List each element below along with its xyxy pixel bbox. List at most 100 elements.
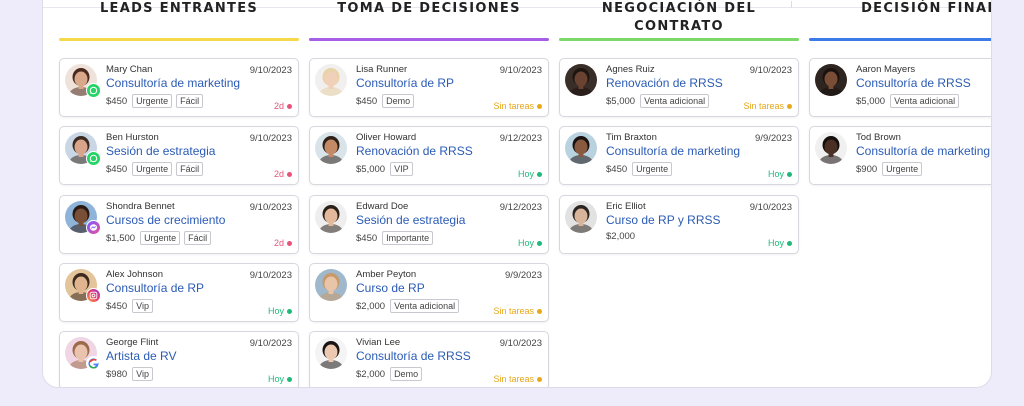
deal-title[interactable]: Cursos de crecimiento	[106, 213, 225, 227]
contact-name: Shondra Bennet	[106, 201, 175, 212]
lead-card[interactable]: Mary Chan 9/10/2023 Consultoría de marketi…	[59, 58, 299, 117]
whatsapp-icon	[86, 83, 101, 98]
column-color-bar	[809, 38, 991, 41]
lead-card[interactable]: Aaron Mayers Consultoría de RRSS $5,000 Ven…	[809, 58, 991, 117]
avatar	[815, 64, 847, 96]
task-status: Hoy	[268, 374, 292, 384]
task-status-label: Hoy	[767, 169, 784, 179]
contact-name: Tod Brown	[856, 132, 901, 143]
deal-value: $450	[356, 232, 378, 244]
task-status-label: Hoy	[767, 238, 784, 248]
deal-value: $450	[356, 95, 378, 107]
task-status-label: Hoy	[267, 374, 284, 384]
deal-title[interactable]: Consultoría de marketing	[856, 144, 990, 158]
task-status-label: Hoy	[267, 306, 284, 316]
lead-card[interactable]: Oliver Howard 9/12/2023 Renovación de RRSS…	[309, 126, 549, 185]
contact-name: Edward Doe	[356, 201, 409, 212]
google-icon	[86, 356, 101, 371]
task-status: Hoy	[518, 169, 542, 179]
task-status-label: Hoy	[517, 238, 534, 248]
deal-value: $980	[106, 368, 128, 380]
lead-card[interactable]: Tod Brown Consultoría de marketing $900 Urg…	[809, 126, 991, 185]
task-status-label: Sin tareas	[493, 374, 534, 384]
deal-title[interactable]: Consultoría de marketing	[606, 144, 740, 158]
task-status: 2d	[274, 101, 292, 111]
status-dot-icon	[287, 171, 292, 177]
whatsapp-icon	[86, 151, 101, 166]
task-status-label: Sin tareas	[493, 101, 534, 111]
deal-title[interactable]: Curso de RP y RRSS	[606, 213, 721, 227]
lead-card[interactable]: Vivian Lee 9/10/2023 Consultoría de RRSS $2…	[309, 331, 549, 387]
task-status: Hoy	[768, 169, 792, 179]
tag-badge: Importante	[382, 231, 434, 245]
task-status-label: 2d	[273, 101, 284, 111]
deal-value: $1,500	[106, 232, 136, 244]
deal-value: $900	[856, 163, 878, 175]
tag-badge: Fácil	[184, 231, 212, 245]
card-meta: $2,000 Demo	[356, 367, 423, 381]
task-status: Hoy	[768, 238, 792, 248]
lead-card[interactable]: George Flint 9/10/2023 Artista de RV $980 Vi…	[59, 331, 299, 387]
card-date: 9/10/2023	[499, 338, 542, 349]
lead-card[interactable]: Edward Doe 9/12/2023 Sesión de estrategia $…	[309, 195, 549, 254]
contact-name: Tim Braxton	[606, 132, 657, 143]
deal-title[interactable]: Consultoría de RP	[106, 281, 204, 295]
tag-badge: Venta adicional	[640, 94, 710, 108]
tag-badge: Urgente	[882, 162, 923, 176]
tag-badge: Venta adicional	[890, 94, 960, 108]
deal-value: $2,000	[356, 368, 386, 380]
card-date: 9/9/2023	[505, 270, 542, 281]
lead-card[interactable]: Agnes Ruiz 9/10/2023 Renovación de RRSS $5,…	[559, 58, 799, 117]
column-3: DECISIÓN FINAL Aaron Mayers Consultoría de…	[809, 1, 991, 185]
lead-card[interactable]: Shondra Bennet 9/10/2023 Cursos de crecimi…	[59, 195, 299, 254]
avatar	[315, 201, 347, 233]
column-title-box: TOMA DE DECISIONES	[309, 0, 549, 17]
avatar	[315, 64, 347, 96]
status-dot-icon	[537, 103, 542, 109]
status-dot-icon	[787, 171, 792, 177]
lead-card[interactable]: Lisa Runner 9/10/2023 Consultoría de RP $45…	[309, 58, 549, 117]
deal-value: $450	[606, 163, 628, 175]
contact-name: Vivian Lee	[356, 337, 401, 348]
tag-badge: Vip	[132, 299, 153, 313]
deal-title[interactable]: Renovación de RRSS	[356, 144, 473, 158]
tag-badge: Urgente	[632, 162, 673, 176]
status-dot-icon	[537, 240, 542, 246]
deal-title[interactable]: Consultoría de RP	[356, 76, 454, 90]
card-date: 9/10/2023	[249, 202, 292, 213]
deal-title[interactable]: Sesión de estrategia	[356, 213, 465, 227]
card-meta: $5,000 Venta adicional	[606, 94, 710, 108]
lead-card[interactable]: Alex Johnson 9/10/2023 Consultoría de RP $4…	[59, 263, 299, 322]
column-header: NEGOCIACIÓN DEL CONTRATO	[559, 1, 799, 43]
lead-card[interactable]: Ben Hurston 9/10/2023 Sesión de estrategia…	[59, 126, 299, 185]
contact-name: Alex Johnson	[106, 269, 164, 280]
deal-title[interactable]: Consultoría de marketing	[106, 76, 240, 90]
task-status: Sin tareas	[493, 101, 542, 111]
card-meta: $450 Vip	[106, 299, 153, 313]
card-meta: $5,000 Venta adicional	[856, 94, 960, 108]
deal-title[interactable]: Sesión de estrategia	[106, 144, 215, 158]
deal-title[interactable]: Consultoría de RRSS	[856, 76, 971, 90]
tag-badge: Urgente	[132, 162, 173, 176]
column-color-bar	[309, 38, 549, 41]
card-date: 9/10/2023	[249, 133, 292, 144]
status-dot-icon	[287, 103, 292, 109]
deal-value: $5,000	[856, 95, 886, 107]
deal-title[interactable]: Curso de RP	[356, 281, 425, 295]
column-header: TOMA DE DECISIONES	[309, 1, 549, 43]
lead-card[interactable]: Eric Elliot 9/10/2023 Curso de RP y RRSS $2…	[559, 195, 799, 254]
lead-card[interactable]: Tim Braxton 9/9/2023 Consultoría de market…	[559, 126, 799, 185]
task-status-label: Hoy	[517, 169, 534, 179]
card-meta: $900 Urgente	[856, 162, 923, 176]
lead-card[interactable]: Amber Peyton 9/9/2023 Curso de RP $2,000 Ven…	[309, 263, 549, 322]
card-meta: $2,000 Venta adicional	[356, 299, 460, 313]
deal-title[interactable]: Artista de RV	[106, 349, 176, 363]
card-meta: $450 Importante	[356, 231, 434, 245]
deal-value: $450	[106, 163, 128, 175]
deal-title[interactable]: Consultoría de RRSS	[356, 349, 471, 363]
deal-title[interactable]: Renovación de RRSS	[606, 76, 723, 90]
card-meta: $450 Urgente Fácil	[106, 162, 204, 176]
deal-value: $2,000	[356, 300, 386, 312]
avatar	[315, 269, 347, 301]
tag-badge: Urgente	[132, 94, 173, 108]
